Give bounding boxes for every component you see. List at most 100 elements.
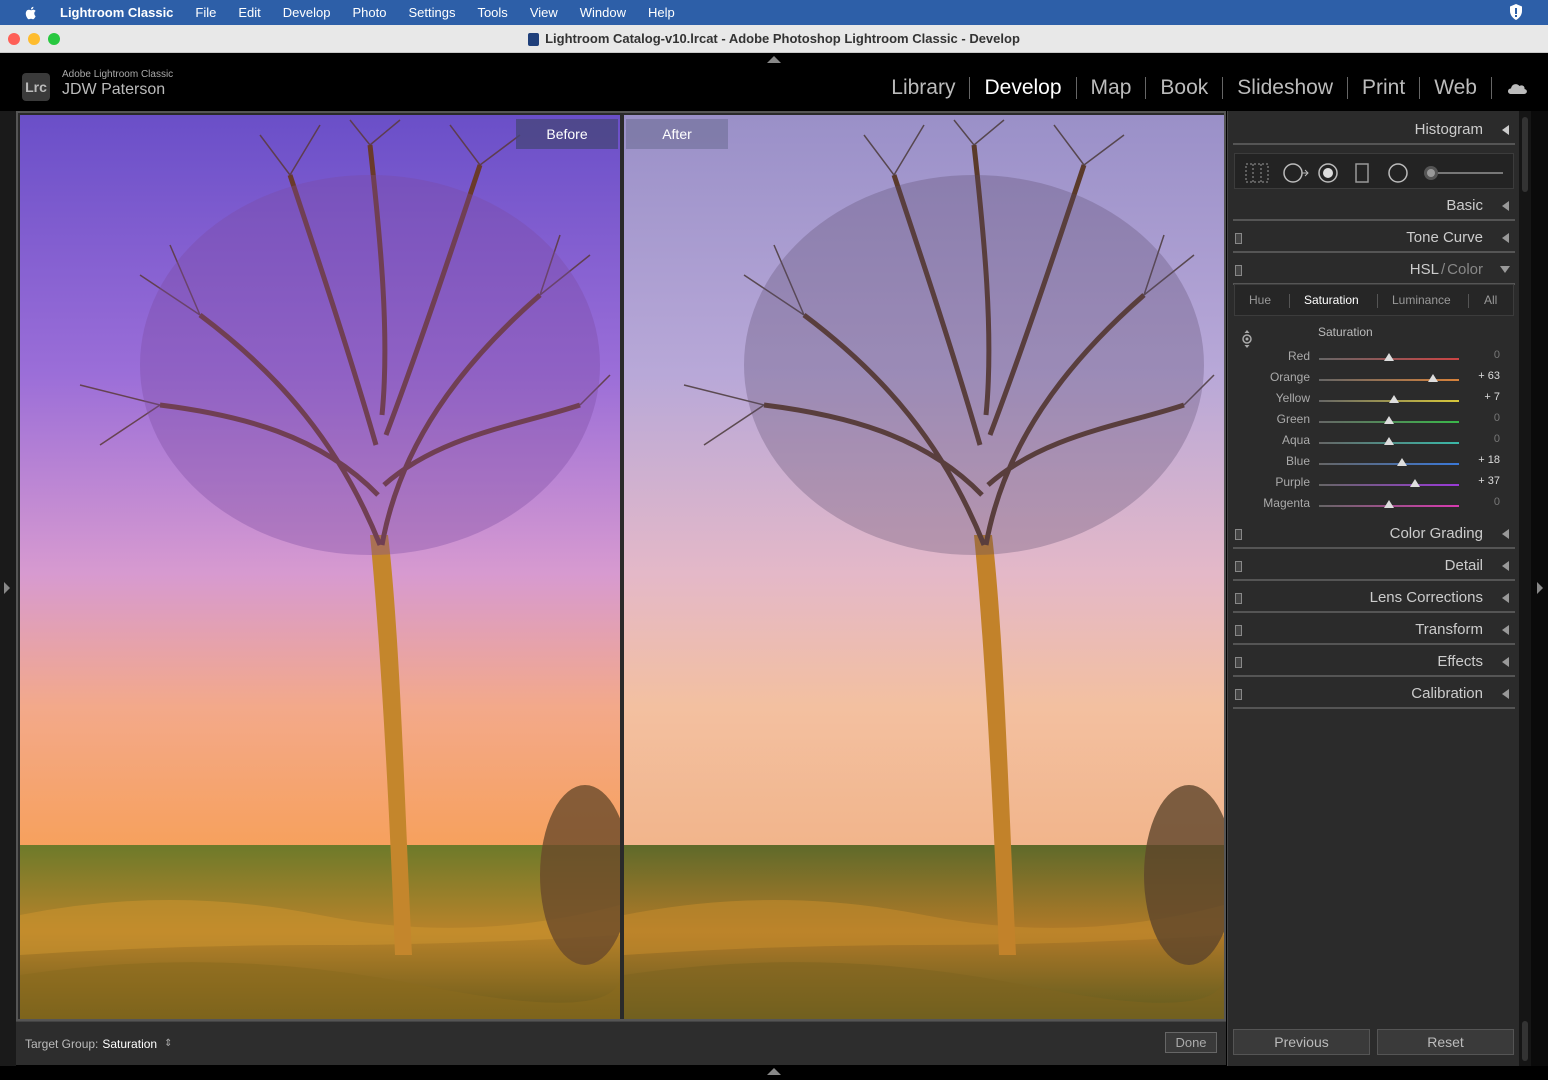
expand-transform-icon[interactable]: [1502, 625, 1509, 635]
module-print[interactable]: Print: [1348, 77, 1421, 99]
expand-tone-curve-icon[interactable]: [1502, 233, 1509, 243]
hsl-header[interactable]: HSL / Color: [1233, 255, 1515, 285]
adjustment-brush-slider[interactable]: [1423, 163, 1507, 183]
effects-header[interactable]: Effects: [1233, 647, 1515, 677]
slider-value[interactable]: 0: [1494, 412, 1500, 424]
histogram-header[interactable]: Histogram: [1233, 115, 1515, 145]
menu-file[interactable]: File: [195, 5, 216, 20]
color-title[interactable]: Color: [1447, 261, 1483, 278]
calibration-toggle[interactable]: [1235, 689, 1242, 700]
done-button[interactable]: Done: [1165, 1032, 1217, 1053]
menu-tools[interactable]: Tools: [477, 5, 507, 20]
slider-green[interactable]: Green 0: [1234, 410, 1514, 431]
spot-removal-icon[interactable]: [1281, 163, 1309, 183]
menu-window[interactable]: Window: [580, 5, 626, 20]
module-map[interactable]: Map: [1077, 77, 1147, 99]
slider-red[interactable]: Red 0: [1234, 347, 1514, 368]
collapse-histogram-icon[interactable]: [1502, 125, 1509, 135]
menu-photo[interactable]: Photo: [352, 5, 386, 20]
scrollbar-thumb[interactable]: [1522, 117, 1528, 192]
slider-knob[interactable]: [1428, 374, 1439, 382]
slider-track[interactable]: [1319, 463, 1459, 465]
close-window-button[interactable]: [8, 33, 20, 45]
after-pane[interactable]: After: [624, 115, 1224, 1019]
slider-orange[interactable]: Orange + 63: [1234, 368, 1514, 389]
slider-yellow[interactable]: Yellow + 7: [1234, 389, 1514, 410]
target-group-select[interactable]: Saturation: [102, 1037, 157, 1051]
tab-all[interactable]: All: [1484, 293, 1497, 307]
slider-knob[interactable]: [1384, 353, 1394, 361]
color-grading-header[interactable]: Color Grading: [1233, 519, 1515, 549]
lens-corrections-header[interactable]: Lens Corrections: [1233, 583, 1515, 613]
filmstrip-toggle-icon[interactable]: [767, 1068, 781, 1075]
expand-effects-icon[interactable]: [1502, 657, 1509, 667]
slider-value[interactable]: 0: [1494, 496, 1500, 508]
tone-curve-toggle[interactable]: [1235, 233, 1242, 244]
slider-value[interactable]: + 18: [1478, 454, 1500, 466]
zoom-window-button[interactable]: [48, 33, 60, 45]
right-panel-scrollbar[interactable]: [1519, 111, 1531, 1066]
hsl-title[interactable]: HSL: [1410, 261, 1439, 278]
slider-knob[interactable]: [1409, 479, 1420, 487]
slider-knob[interactable]: [1384, 437, 1394, 445]
reset-button[interactable]: Reset: [1377, 1029, 1514, 1055]
menu-edit[interactable]: Edit: [238, 5, 260, 20]
crop-overlay-icon[interactable]: [1245, 163, 1269, 183]
transform-header[interactable]: Transform: [1233, 615, 1515, 645]
before-pane[interactable]: Before: [20, 115, 620, 1019]
menu-help[interactable]: Help: [648, 5, 675, 20]
slider-knob[interactable]: [1384, 416, 1394, 424]
cloud-sync-icon[interactable]: [1506, 81, 1528, 95]
slider-knob[interactable]: [1384, 500, 1394, 508]
expand-basic-icon[interactable]: [1502, 201, 1509, 211]
module-web[interactable]: Web: [1420, 77, 1492, 99]
minimize-window-button[interactable]: [28, 33, 40, 45]
slider-value[interactable]: 0: [1494, 349, 1500, 361]
right-panel-toggle-icon[interactable]: [1537, 582, 1543, 594]
tab-saturation[interactable]: Saturation: [1304, 293, 1359, 307]
slider-aqua[interactable]: Aqua 0: [1234, 431, 1514, 452]
shield-icon[interactable]: [1508, 3, 1524, 21]
slider-track[interactable]: [1319, 484, 1459, 486]
module-library[interactable]: Library: [877, 77, 971, 99]
previous-button[interactable]: Previous: [1233, 1029, 1370, 1055]
slider-knob[interactable]: [1396, 458, 1407, 466]
expand-lens-corrections-icon[interactable]: [1502, 593, 1509, 603]
slider-purple[interactable]: Purple + 37: [1234, 473, 1514, 494]
menu-lightroom-classic[interactable]: Lightroom Classic: [60, 5, 173, 20]
tab-hue[interactable]: Hue: [1249, 293, 1271, 307]
red-eye-icon[interactable]: [1317, 163, 1339, 183]
slider-value[interactable]: + 37: [1478, 475, 1500, 487]
slider-value[interactable]: + 63: [1478, 370, 1500, 382]
color-grading-toggle[interactable]: [1235, 529, 1242, 540]
detail-header[interactable]: Detail: [1233, 551, 1515, 581]
effects-toggle[interactable]: [1235, 657, 1242, 668]
lens-corrections-toggle[interactable]: [1235, 593, 1242, 604]
detail-toggle[interactable]: [1235, 561, 1242, 572]
expand-calibration-icon[interactable]: [1502, 689, 1509, 699]
slider-magenta[interactable]: Magenta 0: [1234, 494, 1514, 515]
expand-color-grading-icon[interactable]: [1502, 529, 1509, 539]
transform-toggle[interactable]: [1235, 625, 1242, 636]
slider-value[interactable]: 0: [1494, 433, 1500, 445]
tone-curve-header[interactable]: Tone Curve: [1233, 223, 1515, 253]
radial-filter-icon[interactable]: [1387, 163, 1409, 183]
menu-view[interactable]: View: [530, 5, 558, 20]
chevron-updown-icon[interactable]: ⇕: [164, 1038, 172, 1049]
module-slideshow[interactable]: Slideshow: [1223, 77, 1348, 99]
targeted-adjustment-icon[interactable]: [1241, 329, 1253, 349]
slider-value[interactable]: + 7: [1484, 391, 1500, 403]
apple-icon[interactable]: [22, 4, 40, 22]
calibration-header[interactable]: Calibration: [1233, 679, 1515, 709]
hsl-toggle[interactable]: [1235, 265, 1242, 276]
tab-luminance[interactable]: Luminance: [1392, 293, 1451, 307]
scrollbar-thumb-bottom[interactable]: [1522, 1021, 1528, 1061]
slider-knob[interactable]: [1388, 395, 1399, 403]
module-develop[interactable]: Develop: [970, 77, 1077, 99]
collapse-hsl-icon[interactable]: [1500, 266, 1510, 273]
slider-blue[interactable]: Blue + 18: [1234, 452, 1514, 473]
module-book[interactable]: Book: [1146, 77, 1224, 99]
expand-detail-icon[interactable]: [1502, 561, 1509, 571]
top-panel-toggle-icon[interactable]: [767, 56, 781, 63]
basic-header[interactable]: Basic: [1233, 191, 1515, 221]
